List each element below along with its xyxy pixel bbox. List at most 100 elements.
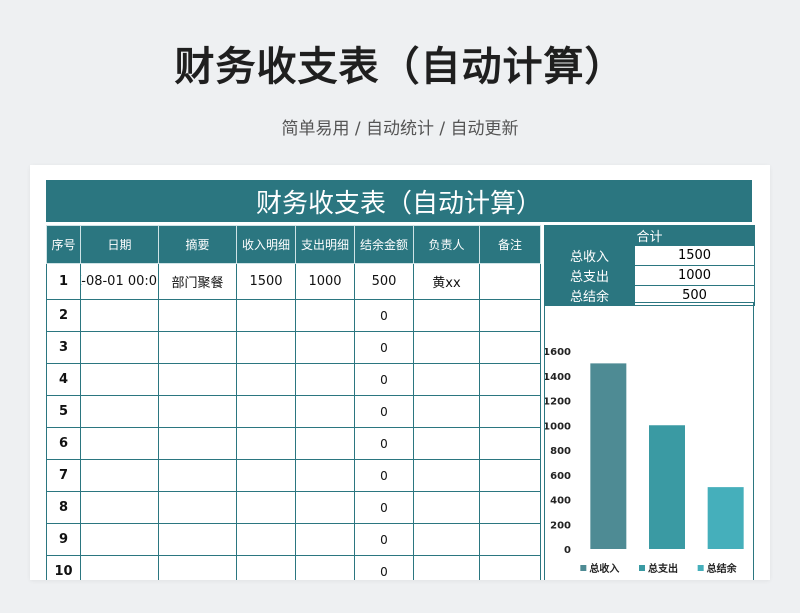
column-header[interactable]: 摘要: [158, 225, 237, 264]
cell-owner[interactable]: [413, 523, 480, 556]
cell-balance[interactable]: 0: [354, 299, 414, 332]
cell-note[interactable]: [479, 363, 541, 396]
y-tick-label: 1000: [545, 421, 571, 432]
cell-note[interactable]: [479, 523, 541, 556]
cell-balance[interactable]: 0: [354, 491, 414, 524]
cell-summary[interactable]: [158, 523, 237, 556]
cell-note[interactable]: [479, 427, 541, 460]
cell-date[interactable]: [80, 427, 159, 460]
cell-income[interactable]: [236, 331, 296, 364]
cell-income[interactable]: [236, 459, 296, 492]
cell-income[interactable]: [236, 427, 296, 460]
cell-date[interactable]: [80, 363, 159, 396]
cell-date[interactable]: [80, 491, 159, 524]
cell-date[interactable]: [80, 555, 159, 580]
cell-note[interactable]: [479, 491, 541, 524]
column-header[interactable]: 序号: [46, 225, 81, 264]
cell-owner[interactable]: [413, 491, 480, 524]
cell-seq[interactable]: 8: [46, 491, 81, 524]
cell-expense[interactable]: [295, 363, 355, 396]
table-row: 70: [46, 459, 541, 492]
cell-seq[interactable]: 4: [46, 363, 81, 396]
cell-summary[interactable]: [158, 427, 237, 460]
cell-summary[interactable]: [158, 331, 237, 364]
cell-summary[interactable]: 部门聚餐: [158, 263, 237, 300]
cell-date[interactable]: X-08-01 00:0: [80, 263, 159, 300]
cell-summary[interactable]: [158, 395, 237, 428]
cell-expense[interactable]: [295, 555, 355, 580]
cell-date[interactable]: [80, 459, 159, 492]
cell-summary[interactable]: [158, 363, 237, 396]
cell-expense[interactable]: [295, 299, 355, 332]
cell-date[interactable]: [80, 523, 159, 556]
y-tick-label: 800: [550, 446, 571, 457]
cell-balance[interactable]: 0: [354, 555, 414, 580]
cell-income[interactable]: [236, 395, 296, 428]
cell-owner[interactable]: [413, 555, 480, 580]
cell-owner[interactable]: [413, 299, 480, 332]
cell-owner[interactable]: [413, 395, 480, 428]
cell-expense[interactable]: [295, 523, 355, 556]
cell-balance[interactable]: 0: [354, 427, 414, 460]
column-header[interactable]: 日期: [80, 225, 159, 264]
cell-date[interactable]: [80, 299, 159, 332]
table-row: 20: [46, 299, 541, 332]
cell-seq[interactable]: 2: [46, 299, 81, 332]
cell-expense[interactable]: 1000: [295, 263, 355, 300]
cell-seq[interactable]: 7: [46, 459, 81, 492]
cell-seq[interactable]: 3: [46, 331, 81, 364]
column-header[interactable]: 备注: [479, 225, 541, 264]
cell-income[interactable]: [236, 491, 296, 524]
cell-summary[interactable]: [158, 555, 237, 580]
cell-balance[interactable]: 0: [354, 459, 414, 492]
cell-expense[interactable]: [295, 331, 355, 364]
cell-income[interactable]: [236, 299, 296, 332]
column-header[interactable]: 支出明细: [295, 225, 355, 264]
legend-label: 总收入: [589, 562, 619, 575]
cell-expense[interactable]: [295, 491, 355, 524]
cell-income[interactable]: 1500: [236, 263, 296, 300]
cell-note[interactable]: [479, 263, 541, 300]
cell-date[interactable]: [80, 331, 159, 364]
cell-note[interactable]: [479, 459, 541, 492]
cell-summary[interactable]: [158, 299, 237, 332]
cell-income[interactable]: [236, 555, 296, 580]
cell-owner[interactable]: 黄xx: [413, 263, 480, 300]
column-header[interactable]: 收入明细: [236, 225, 296, 264]
cell-date[interactable]: [80, 395, 159, 428]
legend-swatch: [580, 565, 587, 571]
cell-summary[interactable]: [158, 491, 237, 524]
cell-balance[interactable]: 0: [354, 363, 414, 396]
cell-expense[interactable]: [295, 427, 355, 460]
cell-owner[interactable]: [413, 363, 480, 396]
cell-income[interactable]: [236, 523, 296, 556]
cell-balance[interactable]: 0: [354, 395, 414, 428]
cell-expense[interactable]: [295, 395, 355, 428]
cell-seq[interactable]: 1: [46, 263, 81, 300]
cell-income[interactable]: [236, 363, 296, 396]
cell-seq[interactable]: 9: [46, 523, 81, 556]
cell-note[interactable]: [479, 331, 541, 364]
summary-value[interactable]: 1000: [633, 265, 756, 286]
table-row: 60: [46, 427, 541, 460]
cell-owner[interactable]: [413, 427, 480, 460]
cell-owner[interactable]: [413, 459, 480, 492]
column-header[interactable]: 负责人: [413, 225, 480, 264]
cell-owner[interactable]: [413, 331, 480, 364]
cell-summary[interactable]: [158, 459, 237, 492]
table-row: 1 X-08-01 00:0 部门聚餐 1500 1000 500 黄xx: [46, 263, 541, 300]
column-header[interactable]: 结余金额: [354, 225, 414, 264]
cell-balance[interactable]: 500: [354, 263, 414, 300]
cell-note[interactable]: [479, 555, 541, 580]
cell-balance[interactable]: 0: [354, 523, 414, 556]
cell-balance[interactable]: 0: [354, 331, 414, 364]
y-tick-label: 1600: [545, 347, 571, 358]
cell-seq[interactable]: 6: [46, 427, 81, 460]
cell-note[interactable]: [479, 395, 541, 428]
cell-note[interactable]: [479, 299, 541, 332]
cell-seq[interactable]: 5: [46, 395, 81, 428]
bar-chart-svg: 0 200 400 600 800 1000 1200 1400 1600 总收入 总支出 总结余: [545, 347, 744, 575]
summary-value[interactable]: 1500: [633, 245, 756, 266]
cell-expense[interactable]: [295, 459, 355, 492]
cell-seq[interactable]: 10: [46, 555, 81, 580]
